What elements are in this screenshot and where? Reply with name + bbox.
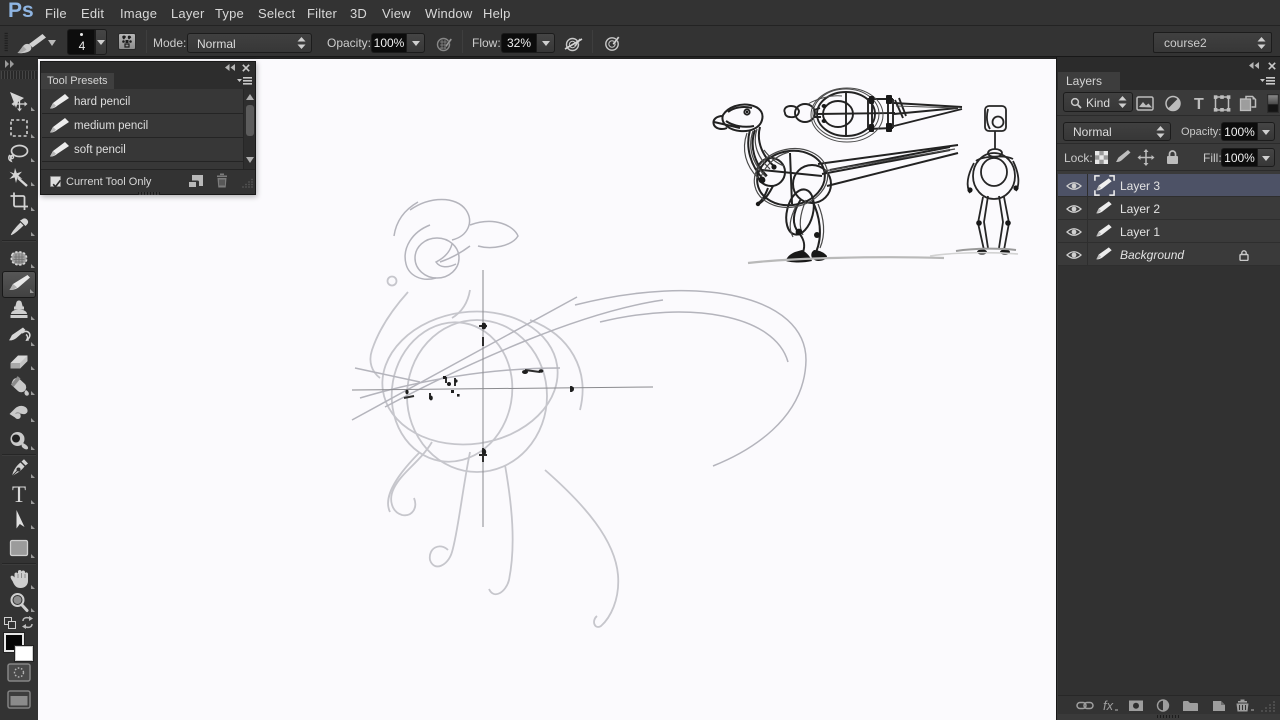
svg-text:fx: fx	[1103, 699, 1114, 712]
svg-text:T: T	[12, 482, 26, 507]
svg-text:T: T	[1194, 96, 1204, 113]
